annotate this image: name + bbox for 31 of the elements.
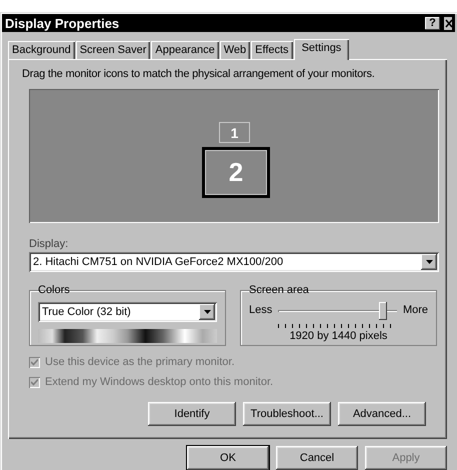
group-title: Screen area	[248, 284, 310, 296]
close-icon[interactable]	[444, 16, 452, 30]
window-title: Display Properties	[5, 16, 120, 30]
slider-max-label: More	[402, 304, 428, 316]
instruction-text: Drag the monitor icons to match the physical arrangement of your monitors.	[22, 68, 376, 82]
group-title: Colors	[37, 284, 71, 296]
display-label: Display:	[29, 238, 68, 250]
ok-button[interactable]: OK	[187, 446, 269, 470]
tab[interactable]: Appearance	[151, 41, 219, 59]
cancel-button[interactable]: Cancel	[276, 446, 358, 470]
tab[interactable]: Background	[8, 41, 75, 59]
tab[interactable]: Effects	[251, 41, 293, 59]
tab[interactable]: Web	[220, 41, 250, 59]
monitor-icon[interactable]: 2	[202, 147, 270, 198]
troubleshoot-button[interactable]: Troubleshoot...	[243, 402, 331, 426]
monitor-icon[interactable]: 1	[219, 122, 250, 143]
dropdown-arrow-icon[interactable]	[426, 260, 432, 264]
colors-dropdown[interactable]: True Color (32 bit)	[38, 302, 217, 322]
display-dropdown[interactable]: 2. Hitachi CM751 on NVIDIA GeForce2 MX100/200	[29, 252, 439, 272]
tab[interactable]: Screen Saver	[76, 41, 150, 59]
checkbox-label: Use this device as the primary monitor.	[45, 356, 235, 368]
slider-min-label: Less	[249, 304, 272, 316]
advanced-button[interactable]: Advanced...	[338, 402, 426, 426]
help-button[interactable]: ?	[425, 16, 440, 30]
identify-button[interactable]: Identify	[148, 402, 236, 426]
resolution-reading: 1920 by 1440 pixels	[288, 330, 388, 342]
slider-thumb[interactable]	[378, 302, 387, 320]
tab[interactable]: Settings	[294, 39, 350, 60]
resolution-slider[interactable]	[278, 302, 397, 328]
dropdown-arrow-icon[interactable]	[204, 310, 210, 314]
checkbox-label: Extend my Windows desktop onto this monitor.	[45, 376, 274, 388]
